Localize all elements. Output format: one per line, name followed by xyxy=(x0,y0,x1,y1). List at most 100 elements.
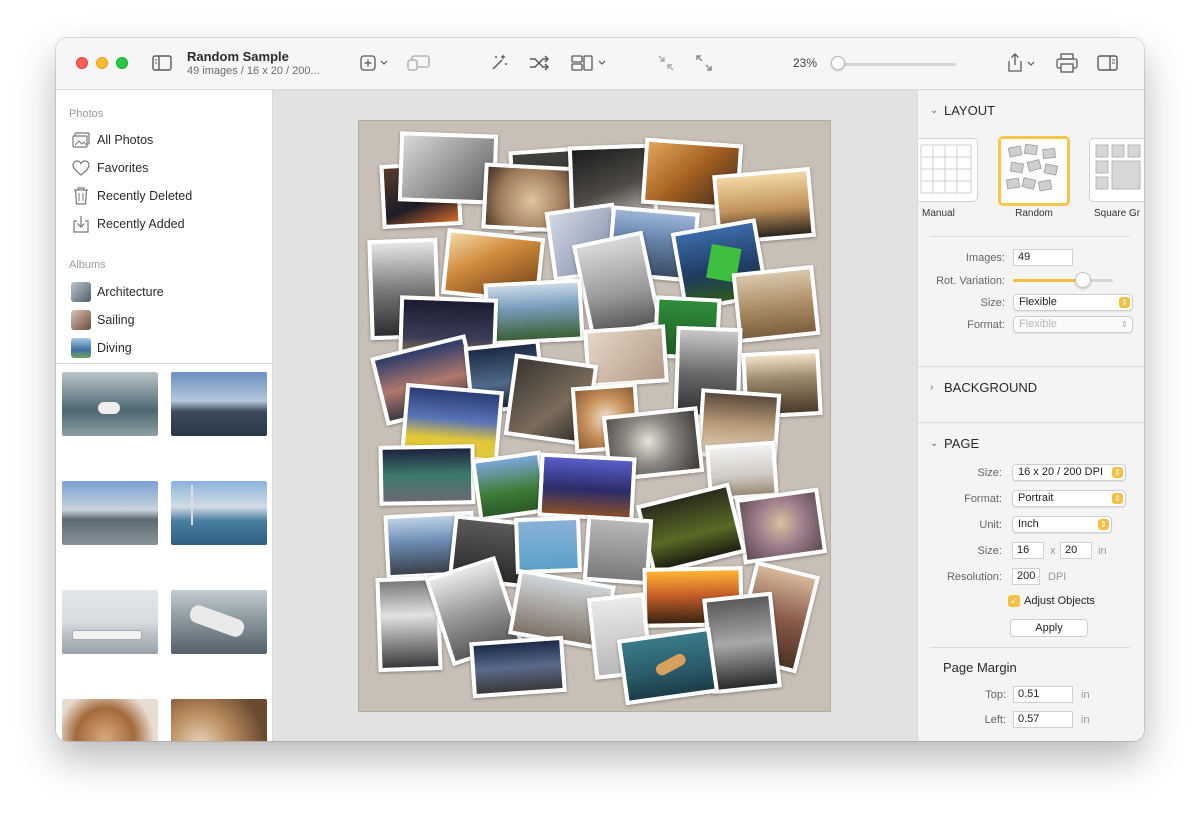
share-button[interactable] xyxy=(1006,52,1038,74)
album-thumb-icon xyxy=(70,338,92,358)
layout-option-manual[interactable] xyxy=(918,138,978,202)
sidebar-divider xyxy=(56,363,273,364)
layout-option-label: Square Gr xyxy=(1094,208,1141,219)
resolution-field[interactable]: 200 xyxy=(1012,568,1040,585)
resolution-unit: DPI xyxy=(1048,571,1067,583)
page-size-popup[interactable]: 16 x 20 / 200 DPI ⇕ xyxy=(1012,464,1126,481)
size-popup[interactable]: Flexible ⇕ xyxy=(1013,294,1133,311)
images-label: Images: xyxy=(965,252,1005,264)
layout-section-header[interactable]: ⌄ LAYOUT xyxy=(930,103,995,118)
resolution-label: Resolution: xyxy=(946,571,1002,583)
window-subtitle: 49 images / 16 x 20 / 200... xyxy=(187,65,320,77)
zoom-slider-knob[interactable] xyxy=(831,56,845,70)
collage-photo[interactable] xyxy=(483,278,585,346)
margin-top-field[interactable]: 0.51 xyxy=(1013,686,1073,703)
collage-photo[interactable] xyxy=(731,264,821,344)
inspector-toggle-icon[interactable] xyxy=(1097,54,1119,72)
photo-thumbnail[interactable] xyxy=(62,590,158,654)
chevron-down-icon: ⌄ xyxy=(930,105,939,116)
unit-popup[interactable]: Inch ⇕ xyxy=(1012,516,1112,533)
photo-thumbnail[interactable] xyxy=(171,590,267,654)
sidebar-album-diving[interactable]: Diving xyxy=(70,337,132,359)
shuffle-icon[interactable] xyxy=(529,54,551,72)
background-section-header[interactable]: › BACKGROUND xyxy=(930,380,1037,395)
layout-menu-button[interactable] xyxy=(571,54,609,72)
format-popup: Flexible ⇕ xyxy=(1013,316,1133,333)
layout-option-label: Manual xyxy=(922,208,955,219)
photo-thumbnail[interactable] xyxy=(62,699,158,741)
chevron-down-icon: ⌄ xyxy=(930,438,939,449)
section-title: PAGE xyxy=(944,436,980,451)
margin-unit: in xyxy=(1081,689,1090,701)
sidebar-toggle-icon[interactable] xyxy=(152,54,172,72)
width-field[interactable]: 16 xyxy=(1012,542,1044,559)
window-title: Random Sample xyxy=(187,49,289,64)
adjust-objects-checkbox[interactable]: ✓ xyxy=(1008,595,1020,607)
print-icon[interactable] xyxy=(1056,53,1078,73)
photo-thumbnail[interactable] xyxy=(62,372,158,436)
dims-label: Size: xyxy=(977,545,1002,557)
photo-thumbnail[interactable] xyxy=(171,372,267,436)
sidebar-item-favorites[interactable]: Favorites xyxy=(70,157,148,179)
collage-photo[interactable] xyxy=(734,487,828,565)
app-window: Random Sample 49 images / 16 x 20 / 200.… xyxy=(56,38,1144,741)
size-label: Size: xyxy=(980,297,1005,309)
trash-icon xyxy=(70,186,92,206)
add-button[interactable] xyxy=(360,54,392,72)
heart-icon xyxy=(70,158,92,178)
rot-variation-label: Rot. Variation: xyxy=(936,275,1005,287)
page-format-label: Format: xyxy=(964,493,1002,505)
divider xyxy=(930,647,1130,648)
chevron-updown-icon: ⇕ xyxy=(1112,493,1123,504)
collapse-icon[interactable] xyxy=(657,54,675,72)
close-button[interactable] xyxy=(76,57,88,69)
sidebar-item-label: Recently Added xyxy=(97,217,185,231)
collage-photo[interactable] xyxy=(514,515,582,575)
page-size-popup-value: 16 x 20 / 200 DPI xyxy=(1018,466,1103,478)
layout-option-label: Random xyxy=(1015,208,1053,219)
collage-photo[interactable] xyxy=(378,444,476,506)
chevron-right-icon: › xyxy=(930,382,934,393)
margin-top-label: Top: xyxy=(985,689,1006,701)
format-popup-value: Flexible xyxy=(1019,318,1057,330)
photo-thumbnail[interactable] xyxy=(171,699,267,741)
height-field[interactable]: 20 xyxy=(1060,542,1092,559)
sidebar-item-recently-added[interactable]: Recently Added xyxy=(70,213,185,235)
margin-left-field[interactable]: 0.57 xyxy=(1013,711,1073,728)
canvas-area xyxy=(273,90,917,741)
sidebar-item-label: Recently Deleted xyxy=(97,189,193,203)
sidebar-item-all-photos[interactable]: All Photos xyxy=(70,129,153,151)
page-format-popup[interactable]: Portrait ⇕ xyxy=(1012,490,1126,507)
expand-icon[interactable] xyxy=(695,54,713,72)
sidebar-album-architecture[interactable]: Architecture xyxy=(70,281,164,303)
layout-option-random[interactable] xyxy=(998,136,1070,206)
toolbar: Random Sample 49 images / 16 x 20 / 200.… xyxy=(56,38,1144,90)
page-size-label: Size: xyxy=(977,467,1002,479)
collage-photo[interactable] xyxy=(469,635,567,699)
photo-thumbnail[interactable] xyxy=(171,481,267,545)
photos-icon xyxy=(70,130,92,150)
album-thumb-icon xyxy=(70,282,92,302)
minimize-button[interactable] xyxy=(96,57,108,69)
collage-photo[interactable] xyxy=(537,452,637,522)
sidebar-album-sailing[interactable]: Sailing xyxy=(70,309,135,331)
page-section-header[interactable]: ⌄ PAGE xyxy=(930,436,979,451)
apply-button[interactable]: Apply xyxy=(1010,619,1088,637)
zoom-window-button[interactable] xyxy=(116,57,128,69)
size-popup-value: Flexible xyxy=(1019,296,1057,308)
zoom-slider-track[interactable] xyxy=(840,63,956,66)
chevron-updown-icon: ⇕ xyxy=(1098,519,1109,530)
sidebar-item-label: Sailing xyxy=(97,313,135,327)
format-label: Format: xyxy=(967,319,1005,331)
magic-wand-icon[interactable] xyxy=(489,53,509,73)
collage-photo[interactable] xyxy=(616,626,720,706)
collage-page[interactable] xyxy=(358,120,831,712)
rot-variation-slider-knob[interactable] xyxy=(1075,272,1091,288)
sidebar-item-recently-deleted[interactable]: Recently Deleted xyxy=(70,185,192,207)
slideshow-icon[interactable] xyxy=(407,54,431,72)
photo-thumbnail[interactable] xyxy=(62,481,158,545)
layout-option-square-grid[interactable] xyxy=(1089,138,1144,202)
images-field[interactable]: 49 xyxy=(1013,249,1073,266)
margin-unit: in xyxy=(1081,714,1090,726)
inspector-panel: ⌄ LAYOUT Manual Random Square Gr Images:… xyxy=(917,90,1144,741)
